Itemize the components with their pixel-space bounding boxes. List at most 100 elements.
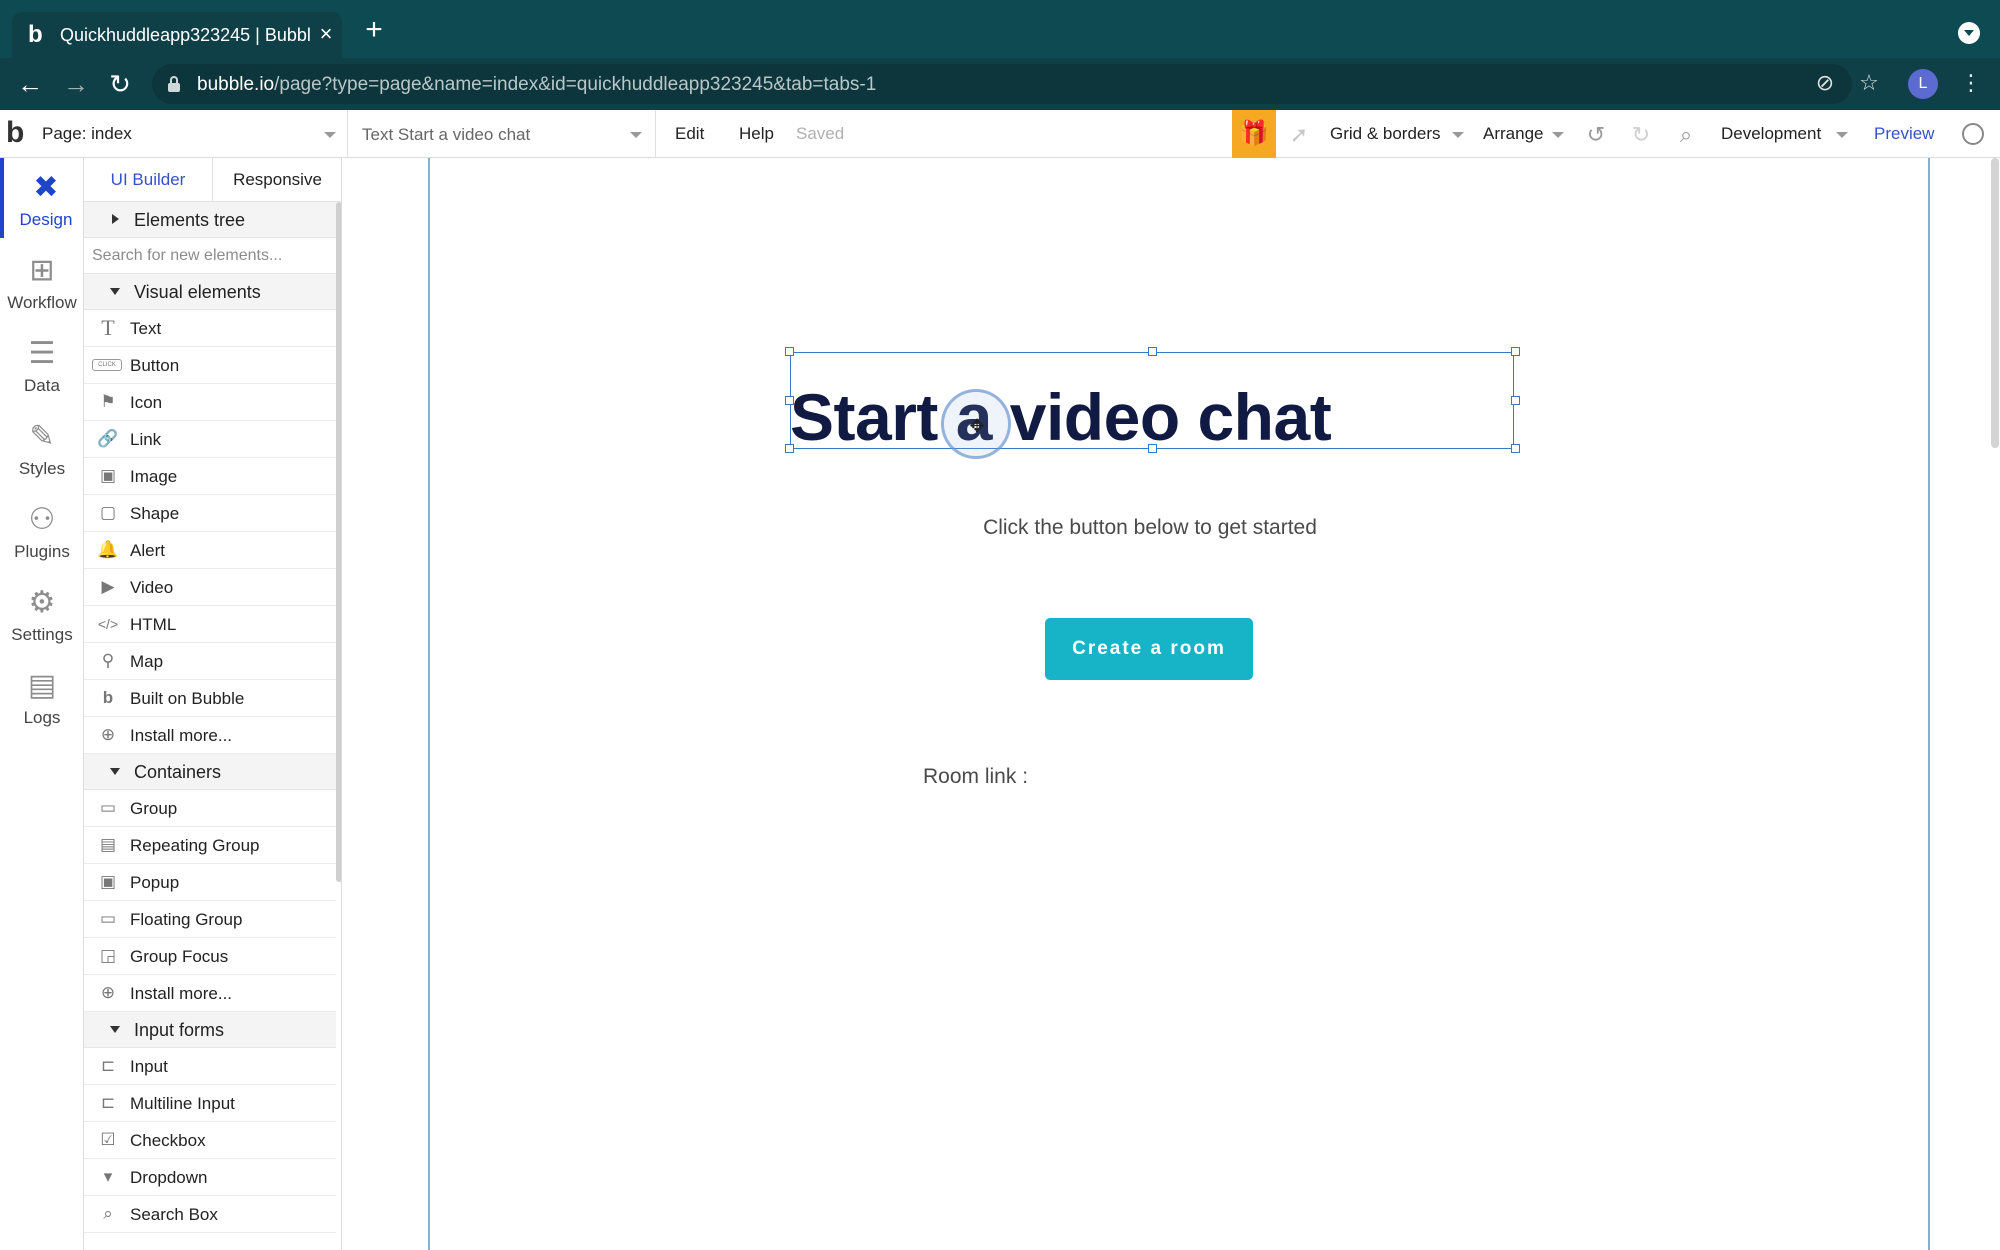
close-tab-icon[interactable]: × [314,22,338,46]
input-forms-header[interactable]: Input forms [84,1012,336,1048]
browser-tab[interactable]: b Quickhuddleapp323245 | Bubble × [12,12,342,58]
palette-item-built-on-bubble[interactable]: b Built on Bubble [84,680,336,717]
palette-item-group[interactable]: ▭ Group [84,790,336,827]
palette-item-shape[interactable]: ▢ Shape [84,495,336,532]
rail-item-logs[interactable]: ▤ Logs [0,656,84,736]
palette-item-input[interactable]: ⊏ Input [84,1048,336,1085]
undo-icon[interactable]: ↺ [1583,122,1609,148]
design-icon: ✖ [33,171,59,204]
button-icon: CLICK [92,359,122,371]
palette-item-label: Group Focus [130,947,229,966]
rail-item-data[interactable]: ☰ Data [0,324,84,404]
tab-search-icon[interactable] [1958,22,1980,44]
palette-scrollbar[interactable] [336,202,341,882]
reload-icon[interactable]: ↻ [106,70,134,98]
rail-item-styles[interactable]: ✎ Styles [0,407,84,487]
containers-header[interactable]: Containers [84,754,336,790]
plus-circle-icon: ⊕ [100,983,116,1002]
element-palette: UI Builder Responsive Elements tree Visu… [84,158,342,1250]
page-frame[interactable]: Start a video chat ✥ Click the button be… [428,158,1930,1250]
resize-handle[interactable] [785,396,794,405]
resize-handle[interactable] [1148,347,1157,356]
palette-item-button[interactable]: CLICK Button [84,347,336,384]
bubble-logo-icon[interactable]: b [6,118,32,148]
rail-item-settings[interactable]: ⚙ Settings [0,573,84,653]
location-blocked-icon[interactable]: ⊘ [1812,70,1838,96]
tab-responsive[interactable]: Responsive [212,158,341,202]
section-label: Containers [134,762,222,782]
map-pin-icon: ⚲ [101,651,115,670]
rail-item-workflow[interactable]: ⊞ Workflow [0,241,84,321]
redo-icon[interactable]: ↻ [1628,122,1654,148]
environment-selector[interactable]: Development [1721,124,1821,144]
palette-item-popup[interactable]: ▣ Popup [84,864,336,901]
edit-menu[interactable]: Edit [675,124,704,144]
tab-ui-builder[interactable]: UI Builder [84,158,212,202]
palette-item-alert[interactable]: 🔔 Alert [84,532,336,569]
palette-item-link[interactable]: 🔗 Link [84,421,336,458]
palette-item-label: Multiline Input [130,1094,235,1113]
palette-item-html[interactable]: </> HTML [84,606,336,643]
palette-item-floating-group[interactable]: ▭ Floating Group [84,901,336,938]
chevron-down-icon [630,132,642,138]
resize-handle[interactable] [1148,444,1157,453]
palette-item-image[interactable]: ▣ Image [84,458,336,495]
bookmark-star-icon[interactable]: ☆ [1856,70,1882,96]
resize-handle[interactable] [785,444,794,453]
palette-item-dropdown[interactable]: ▾ Dropdown [84,1159,336,1196]
back-arrow-icon[interactable]: ← [16,70,44,98]
pointer-icon[interactable]: ➚ [1286,122,1312,148]
canvas-scrollbar[interactable] [1991,158,1999,448]
element-selector[interactable]: Text Start a video chat [350,110,656,158]
help-menu[interactable]: Help [739,124,774,144]
caret-down-icon [110,288,120,295]
resize-handle[interactable] [1511,396,1520,405]
resize-handle[interactable] [1511,444,1520,453]
search-icon[interactable]: ⌕ [1673,122,1699,148]
profile-avatar[interactable]: L [1908,69,1938,99]
section-label: Input forms [134,1020,225,1040]
palette-item-search-box[interactable]: ⌕ Search Box [84,1196,336,1233]
palette-item-label: Shape [130,504,180,523]
palette-item-label: Map [130,652,164,671]
visual-elements-header[interactable]: Visual elements [84,274,336,310]
forward-arrow-icon[interactable]: → [62,70,90,98]
palette-item-multiline-input[interactable]: ⊏ Multiline Input [84,1085,336,1122]
palette-item-video[interactable]: ▶ Video [84,569,336,606]
page-selector[interactable]: Page: index [34,110,348,158]
editor-canvas: Start a video chat ✥ Click the button be… [343,158,2000,1250]
elements-tree-toggle[interactable]: Elements tree [84,202,336,238]
palette-item-repeating-group[interactable]: ▤ Repeating Group [84,827,336,864]
rail-item-label: Styles [18,459,66,478]
palette-item-text[interactable]: T Text [84,310,336,347]
popup-icon: ▣ [99,872,117,891]
create-room-button[interactable]: Create a room [1045,618,1253,680]
subtitle-text-element[interactable]: Click the button below to get started [950,516,1350,540]
browser-menu-icon[interactable]: ⋮ [1958,70,1984,96]
palette-item-checkbox[interactable]: ☑ Checkbox [84,1122,336,1159]
grid-borders-menu[interactable]: Grid & borders [1330,124,1441,144]
move-cursor-icon: ✥ [969,416,985,436]
rail-item-design[interactable]: ✖ Design [0,158,84,238]
account-icon[interactable] [1962,123,1984,145]
gift-icon[interactable]: 🎁 [1232,110,1276,158]
video-icon: ▶ [101,577,115,596]
new-tab-icon[interactable]: + [360,15,388,45]
palette-item-group-focus[interactable]: ◲ Group Focus [84,938,336,975]
palette-item-install-more-containers[interactable]: ⊕ Install more... [84,975,336,1012]
room-link-text-element[interactable]: Room link : [923,765,1028,789]
workflow-icon: ⊞ [29,254,55,287]
palette-item-label: Alert [130,541,165,560]
preview-button[interactable]: Preview [1874,124,1934,144]
palette-item-map[interactable]: ⚲ Map [84,643,336,680]
plugins-icon: ⚇ [28,503,56,536]
rail-item-plugins[interactable]: ⚇ Plugins [0,490,84,570]
url-field[interactable]: bubble.io/page?type=page&name=index&id=q… [152,64,1852,104]
palette-item-install-more[interactable]: ⊕ Install more... [84,717,336,754]
search-elements-input[interactable] [92,242,328,270]
arrange-menu[interactable]: Arrange [1483,124,1543,144]
resize-handle[interactable] [1511,347,1520,356]
palette-item-icon[interactable]: ⚑ Icon [84,384,336,421]
resize-handle[interactable] [785,347,794,356]
browser-tab-title: Quickhuddleapp323245 | Bubble [60,25,310,45]
